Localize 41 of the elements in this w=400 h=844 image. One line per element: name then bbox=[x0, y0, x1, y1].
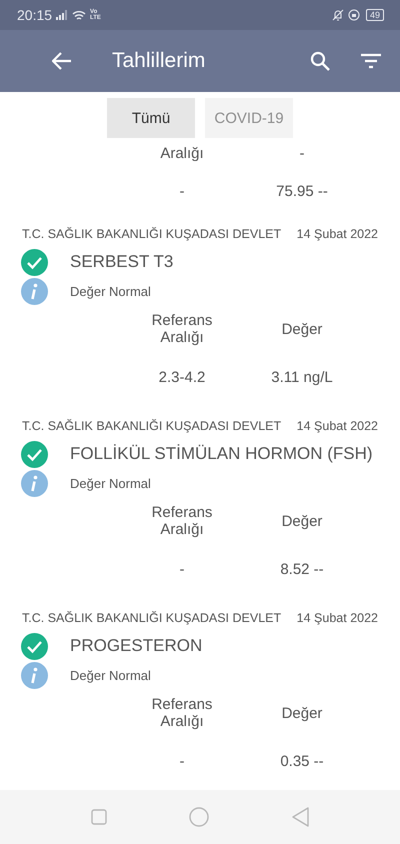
column-header: Değer bbox=[280, 320, 324, 338]
test-name: FOLLİKÜL STİMÜLAN HORMON (FSH) bbox=[70, 444, 373, 464]
column-header: Değer bbox=[280, 704, 324, 722]
info-icon bbox=[21, 470, 48, 496]
institution-name: T.C. SAĞLIK BAKANLIĞI KUŞADASI DEVLET bbox=[22, 419, 282, 433]
column-header: Referans Aralığı bbox=[150, 504, 214, 538]
result-value: 75.95 -- bbox=[275, 182, 329, 200]
column-header: Aralığı bbox=[159, 146, 205, 161]
wifi-icon bbox=[72, 10, 86, 20]
filter-tab[interactable]: Tümü bbox=[107, 98, 195, 138]
column-header: Değer bbox=[280, 512, 324, 530]
battery-indicator: 49 bbox=[366, 9, 384, 21]
institution-name: T.C. SAĞLIK BAKANLIĞI KUŞADASI DEVLET bbox=[22, 227, 282, 241]
result-value: 2.3-4.2 bbox=[158, 368, 206, 386]
back-button[interactable] bbox=[52, 52, 72, 70]
result-value: - bbox=[178, 182, 186, 200]
result-value: 8.52 -- bbox=[279, 560, 325, 578]
result-note: Değer Normal bbox=[70, 476, 151, 490]
result-date: 14 Şubat 2022 bbox=[296, 611, 378, 625]
search-button[interactable] bbox=[310, 51, 330, 71]
column-header: - bbox=[298, 146, 306, 161]
result-note: Değer Normal bbox=[70, 284, 151, 298]
column-header: Referans Aralığı bbox=[150, 696, 214, 730]
status-time: 20:15 bbox=[17, 7, 52, 23]
result-value: - bbox=[178, 560, 186, 578]
info-icon bbox=[21, 278, 48, 304]
result-note: Değer Normal bbox=[70, 668, 151, 682]
test-name: SERBEST T3 bbox=[70, 252, 174, 272]
result-value: 0.35 -- bbox=[279, 752, 325, 770]
info-icon bbox=[21, 662, 48, 688]
bell-off-icon bbox=[332, 9, 344, 21]
result-value: 3.11 ng/L bbox=[270, 368, 334, 386]
signal-icon bbox=[56, 10, 68, 20]
test-name: PROGESTERON bbox=[70, 636, 202, 656]
result-value: - bbox=[178, 752, 186, 770]
result-date: 14 Şubat 2022 bbox=[296, 227, 378, 241]
screen-title: Tahlillerim bbox=[112, 49, 206, 73]
column-header: Referans Aralığı bbox=[150, 312, 214, 346]
institution-name: T.C. SAĞLIK BAKANLIĞI KUŞADASI DEVLET bbox=[22, 611, 282, 625]
filter-button[interactable] bbox=[360, 53, 382, 69]
result-date: 14 Şubat 2022 bbox=[296, 419, 378, 433]
